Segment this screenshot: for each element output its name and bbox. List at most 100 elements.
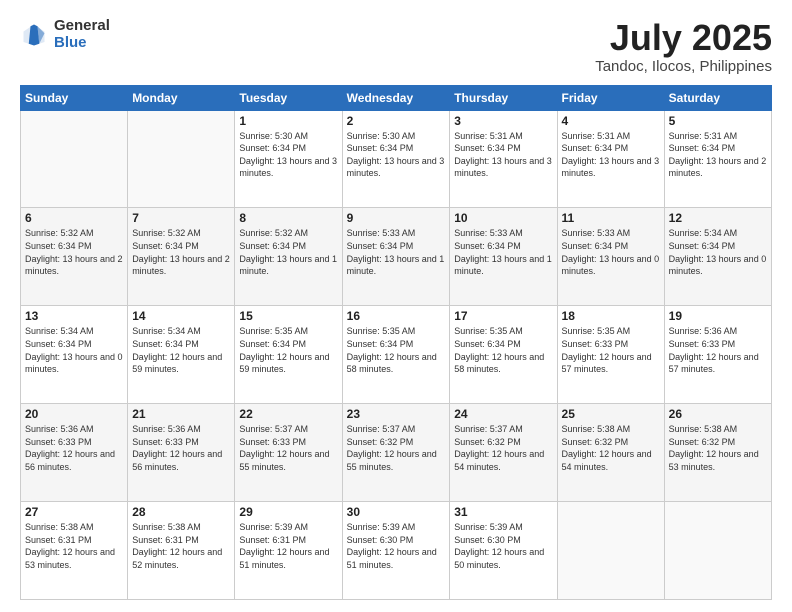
calendar-cell: 22 Sunrise: 5:37 AM Sunset: 6:33 PM Dayli… — [235, 404, 342, 502]
day-info: Sunrise: 5:31 AM Sunset: 6:34 PM Dayligh… — [454, 130, 552, 180]
calendar-header-thursday: Thursday — [450, 85, 557, 110]
calendar-header-monday: Monday — [128, 85, 235, 110]
calendar-cell: 21 Sunrise: 5:36 AM Sunset: 6:33 PM Dayli… — [128, 404, 235, 502]
day-number: 2 — [347, 114, 446, 128]
day-number: 3 — [454, 114, 552, 128]
day-info: Sunrise: 5:30 AM Sunset: 6:34 PM Dayligh… — [347, 130, 446, 180]
day-info: Sunrise: 5:36 AM Sunset: 6:33 PM Dayligh… — [132, 423, 230, 473]
day-info: Sunrise: 5:38 AM Sunset: 6:31 PM Dayligh… — [132, 521, 230, 571]
calendar-cell: 9Sunrise: 5:33 AM Sunset: 6:34 PM Daylig… — [342, 208, 450, 306]
logo-icon — [20, 21, 48, 49]
day-info: Sunrise: 5:32 AM Sunset: 6:34 PM Dayligh… — [239, 227, 337, 277]
logo-blue: Blue — [54, 35, 110, 52]
day-info: Sunrise: 5:39 AM Sunset: 6:30 PM Dayligh… — [454, 521, 552, 571]
calendar-cell: 17 Sunrise: 5:35 AM Sunset: 6:34 PM Dayli… — [450, 306, 557, 404]
calendar-cell — [21, 110, 128, 208]
day-info: Sunrise: 5:34 AM Sunset: 6:34 PM Dayligh… — [669, 227, 767, 277]
day-number: 25 — [562, 407, 660, 421]
day-number: 17 — [454, 309, 552, 323]
title-block: July 2025 Tandoc, Ilocos, Philippines — [595, 18, 772, 75]
calendar-header-wednesday: Wednesday — [342, 85, 450, 110]
logo-general: General — [54, 18, 110, 35]
day-number: 10 — [454, 211, 552, 225]
calendar-cell — [128, 110, 235, 208]
day-info: Sunrise: 5:36 AM Sunset: 6:33 PM Dayligh… — [669, 325, 767, 375]
calendar-week-row: 1 Sunrise: 5:30 AM Sunset: 6:34 PM Daylig… — [21, 110, 772, 208]
page: General Blue July 2025 Tandoc, Ilocos, P… — [0, 0, 792, 612]
calendar-week-row: 13 Sunrise: 5:34 AM Sunset: 6:34 PM Dayli… — [21, 306, 772, 404]
day-info: Sunrise: 5:35 AM Sunset: 6:33 PM Dayligh… — [562, 325, 660, 375]
calendar-cell: 10 Sunrise: 5:33 AM Sunset: 6:34 PM Dayli… — [450, 208, 557, 306]
calendar-cell: 15 Sunrise: 5:35 AM Sunset: 6:34 PM Dayli… — [235, 306, 342, 404]
calendar-cell: 13 Sunrise: 5:34 AM Sunset: 6:34 PM Dayli… — [21, 306, 128, 404]
logo: General Blue — [20, 18, 110, 51]
day-number: 15 — [239, 309, 337, 323]
calendar-header-tuesday: Tuesday — [235, 85, 342, 110]
calendar-header-saturday: Saturday — [664, 85, 771, 110]
day-info: Sunrise: 5:33 AM Sunset: 6:34 PM Dayligh… — [347, 227, 446, 277]
day-number: 27 — [25, 505, 123, 519]
day-info: Sunrise: 5:36 AM Sunset: 6:33 PM Dayligh… — [25, 423, 123, 473]
logo-text: General Blue — [54, 18, 110, 51]
day-info: Sunrise: 5:33 AM Sunset: 6:34 PM Dayligh… — [454, 227, 552, 277]
day-info: Sunrise: 5:37 AM Sunset: 6:32 PM Dayligh… — [347, 423, 446, 473]
day-info: Sunrise: 5:32 AM Sunset: 6:34 PM Dayligh… — [25, 227, 123, 277]
day-info: Sunrise: 5:30 AM Sunset: 6:34 PM Dayligh… — [239, 130, 337, 180]
calendar-cell: 8 Sunrise: 5:32 AM Sunset: 6:34 PM Daylig… — [235, 208, 342, 306]
day-info: Sunrise: 5:38 AM Sunset: 6:32 PM Dayligh… — [562, 423, 660, 473]
day-info: Sunrise: 5:35 AM Sunset: 6:34 PM Dayligh… — [347, 325, 446, 375]
day-number: 7 — [132, 211, 230, 225]
day-info: Sunrise: 5:32 AM Sunset: 6:34 PM Dayligh… — [132, 227, 230, 277]
day-info: Sunrise: 5:38 AM Sunset: 6:32 PM Dayligh… — [669, 423, 767, 473]
day-info: Sunrise: 5:35 AM Sunset: 6:34 PM Dayligh… — [239, 325, 337, 375]
day-info: Sunrise: 5:34 AM Sunset: 6:34 PM Dayligh… — [25, 325, 123, 375]
day-info: Sunrise: 5:34 AM Sunset: 6:34 PM Dayligh… — [132, 325, 230, 375]
calendar-header-friday: Friday — [557, 85, 664, 110]
calendar-cell: 25 Sunrise: 5:38 AM Sunset: 6:32 PM Dayli… — [557, 404, 664, 502]
day-number: 12 — [669, 211, 767, 225]
day-info: Sunrise: 5:37 AM Sunset: 6:32 PM Dayligh… — [454, 423, 552, 473]
day-number: 5 — [669, 114, 767, 128]
calendar-cell: 29 Sunrise: 5:39 AM Sunset: 6:31 PM Dayli… — [235, 502, 342, 600]
calendar-cell: 2 Sunrise: 5:30 AM Sunset: 6:34 PM Daylig… — [342, 110, 450, 208]
calendar-cell: 14 Sunrise: 5:34 AM Sunset: 6:34 PM Dayli… — [128, 306, 235, 404]
calendar-cell: 24Sunrise: 5:37 AM Sunset: 6:32 PM Dayli… — [450, 404, 557, 502]
header: General Blue July 2025 Tandoc, Ilocos, P… — [20, 18, 772, 75]
day-number: 28 — [132, 505, 230, 519]
calendar-cell: 31 Sunrise: 5:39 AM Sunset: 6:30 PM Dayli… — [450, 502, 557, 600]
day-number: 29 — [239, 505, 337, 519]
calendar-cell: 19 Sunrise: 5:36 AM Sunset: 6:33 PM Dayli… — [664, 306, 771, 404]
calendar-week-row: 20 Sunrise: 5:36 AM Sunset: 6:33 PM Dayli… — [21, 404, 772, 502]
calendar-week-row: 27 Sunrise: 5:38 AM Sunset: 6:31 PM Dayli… — [21, 502, 772, 600]
calendar-cell: 26Sunrise: 5:38 AM Sunset: 6:32 PM Dayli… — [664, 404, 771, 502]
day-number: 30 — [347, 505, 446, 519]
day-info: Sunrise: 5:35 AM Sunset: 6:34 PM Dayligh… — [454, 325, 552, 375]
day-number: 14 — [132, 309, 230, 323]
calendar-cell — [664, 502, 771, 600]
day-info: Sunrise: 5:39 AM Sunset: 6:31 PM Dayligh… — [239, 521, 337, 571]
day-number: 16 — [347, 309, 446, 323]
day-number: 18 — [562, 309, 660, 323]
day-number: 21 — [132, 407, 230, 421]
day-number: 22 — [239, 407, 337, 421]
day-number: 13 — [25, 309, 123, 323]
calendar-cell: 12 Sunrise: 5:34 AM Sunset: 6:34 PM Dayli… — [664, 208, 771, 306]
calendar-header-sunday: Sunday — [21, 85, 128, 110]
day-info: Sunrise: 5:38 AM Sunset: 6:31 PM Dayligh… — [25, 521, 123, 571]
calendar-cell: 18 Sunrise: 5:35 AM Sunset: 6:33 PM Dayli… — [557, 306, 664, 404]
day-number: 31 — [454, 505, 552, 519]
calendar-table: SundayMondayTuesdayWednesdayThursdayFrid… — [20, 85, 772, 600]
day-number: 19 — [669, 309, 767, 323]
day-number: 20 — [25, 407, 123, 421]
day-number: 1 — [239, 114, 337, 128]
day-info: Sunrise: 5:39 AM Sunset: 6:30 PM Dayligh… — [347, 521, 446, 571]
day-number: 11 — [562, 211, 660, 225]
day-number: 8 — [239, 211, 337, 225]
calendar-header-row: SundayMondayTuesdayWednesdayThursdayFrid… — [21, 85, 772, 110]
calendar-cell: 11Sunrise: 5:33 AM Sunset: 6:34 PM Dayli… — [557, 208, 664, 306]
calendar-cell: 30 Sunrise: 5:39 AM Sunset: 6:30 PM Dayli… — [342, 502, 450, 600]
calendar-cell: 6Sunrise: 5:32 AM Sunset: 6:34 PM Daylig… — [21, 208, 128, 306]
calendar-cell: 28 Sunrise: 5:38 AM Sunset: 6:31 PM Dayli… — [128, 502, 235, 600]
calendar-week-row: 6Sunrise: 5:32 AM Sunset: 6:34 PM Daylig… — [21, 208, 772, 306]
day-info: Sunrise: 5:37 AM Sunset: 6:33 PM Dayligh… — [239, 423, 337, 473]
